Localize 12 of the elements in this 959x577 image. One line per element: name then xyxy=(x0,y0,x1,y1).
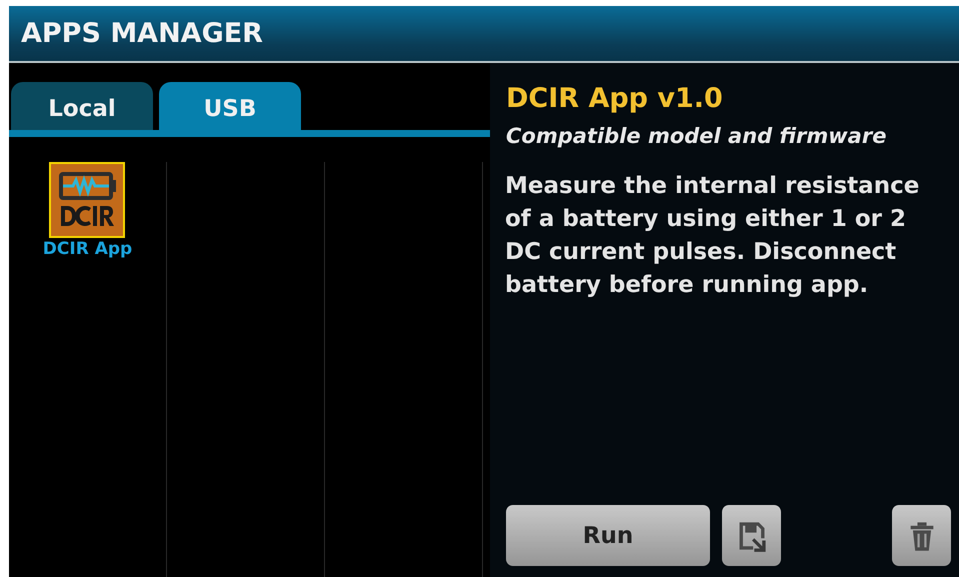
app-tile[interactable] xyxy=(49,162,126,238)
window-title: APPS MANAGER xyxy=(21,18,263,49)
app-label[interactable]: DCIR App xyxy=(42,239,132,259)
run-button[interactable]: Run xyxy=(506,505,710,566)
save-button[interactable] xyxy=(722,505,781,566)
delete-button[interactable] xyxy=(892,505,951,566)
app-description: Measure the internal resistance of a battery using either 1 or 2 DC current pulses. Disconnect battery before running app. xyxy=(505,172,920,300)
tab[interactable]: USB xyxy=(159,82,301,130)
tab[interactable]: Local xyxy=(11,82,153,130)
app-title: DCIR App v1.0 xyxy=(506,83,724,114)
app-subtitle: Compatible model and firmware xyxy=(506,124,888,148)
battery-app-icon xyxy=(51,164,124,236)
